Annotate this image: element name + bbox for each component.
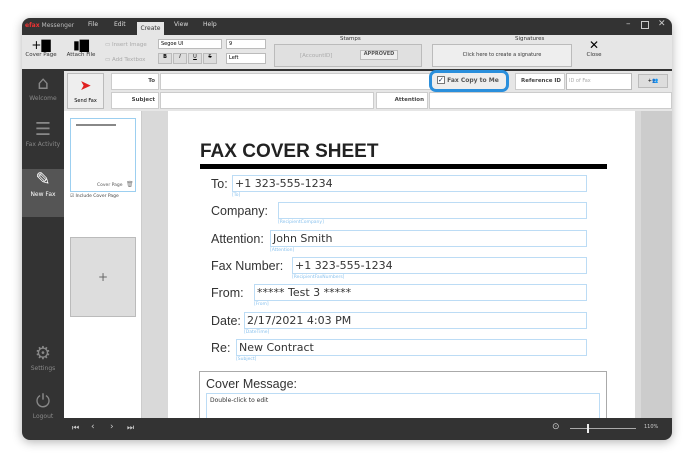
menu-view[interactable]: View [174,21,188,28]
attention-input[interactable] [429,92,672,109]
view-icon[interactable]: ⊙ [552,422,560,432]
subject-label: Subject [111,92,159,109]
cover-sheet-page: FAX COVER SHEET To: +1 323-555-1234 [To]… [168,111,635,431]
field-label: To: [211,177,228,191]
field-label: Company: [211,204,268,219]
stamp-approved[interactable]: APPROVED [360,50,398,60]
field-label: Attention: [211,231,264,246]
last-page-button[interactable]: ⏭ [127,423,134,433]
send-fax-button[interactable]: ➤ Send Fax [67,73,104,109]
field-input[interactable]: +1 323-555-1234 [292,256,587,274]
sidebar: ⌂ Welcome ☰ Fax Activity ✎ New Fax ⚙ Setting… [22,71,64,440]
scrollbar[interactable] [641,111,672,418]
to-input[interactable] [160,73,468,90]
power-icon: ⏻ [35,391,51,412]
first-page-button[interactable]: ⏮ [72,423,79,433]
stamp-accountid[interactable]: [AccountID] [300,53,332,59]
reference-label: Reference ID [515,73,565,90]
field-placeholder-tag: [RecipientCompany] [278,220,324,226]
edit-icon: ✎ [35,169,51,190]
field-input[interactable]: ***** Test 3 ***** [254,284,587,302]
gear-icon: ⚙ [34,343,52,364]
fax-copy-checkbox[interactable]: ✓ Fax Copy to Me [429,70,509,92]
sidebar-item-welcome[interactable]: ⌂ Welcome [22,73,64,117]
app-window: efax Messenger File Edit Create View Hel… [22,18,672,440]
close-window-button[interactable]: ✕ [658,19,666,29]
field-placeholder-tag: [From] [254,302,269,308]
cover-page-button[interactable]: +▇ Cover Page [24,38,58,58]
thumbnail-panel: Cover Page 🗑 ☑ Include Cover Page + [64,111,142,418]
zoom-slider-handle[interactable] [586,424,589,433]
italic-button[interactable]: I [173,53,187,64]
next-page-button[interactable]: › [110,422,114,432]
field-input[interactable]: John Smith [270,229,587,247]
field-label: Date: [211,313,241,328]
sidebar-item-fax-activity[interactable]: ☰ Fax Activity [22,119,64,167]
cover-title: FAX COVER SHEET [200,141,379,162]
app-logo: efax Messenger [25,22,75,29]
field-input[interactable]: New Contract [236,338,587,356]
bottom-bar: ⏮ ‹ › ⏭ ⊙ 110% [64,418,672,440]
menu-create[interactable]: Create [137,22,164,35]
stamps-label: Stamps [340,36,361,42]
sidebar-item-new-fax[interactable]: ✎ New Fax [22,169,64,217]
zoom-slider[interactable] [570,424,636,433]
reference-input[interactable]: ID of Fax [566,73,632,90]
prev-page-button[interactable]: ‹ [91,422,95,432]
close-icon: ✕ [588,38,600,52]
menu-help[interactable]: Help [203,21,217,28]
include-cover-checkbox[interactable]: ☑ Include Cover Page [70,194,119,199]
title-bar: efax Messenger File Edit Create View Hel… [22,18,672,35]
add-page-button[interactable]: + [70,237,136,317]
minimize-button[interactable]: – [626,19,631,29]
cover-page-thumbnail[interactable]: Cover Page 🗑 [70,118,136,192]
title-rule [200,164,607,169]
menu-file[interactable]: File [88,21,98,28]
sidebar-item-logout[interactable]: ⏻ Logout [22,391,64,437]
ribbon: +▇ Cover Page ▮▇ Attach File ▭ Insert Imag… [22,35,672,71]
field-label: Fax Number: [211,258,284,273]
size-select[interactable]: 9 [226,39,266,49]
field-placeholder-tag: [To] [232,193,241,198]
insert-image-button[interactable]: ▭ Insert Image [105,42,147,48]
attention-label: Attention [376,92,428,109]
field-placeholder-tag: [DateTime] [244,329,270,335]
to-label: To [111,73,159,90]
cover-page-icon: +▇ [31,38,51,52]
sidebar-item-settings[interactable]: ⚙ Settings [22,343,64,387]
stamps-gallery [274,44,422,67]
field-input[interactable]: +1 323-555-1234 [232,175,587,192]
field-placeholder-tag: [Attention] [270,247,295,253]
contacts-button[interactable]: +👥 [638,74,668,88]
field-input[interactable]: 2/17/2021 4:03 PM [244,311,587,329]
attach-file-button[interactable]: ▮▇ Attach File [64,38,98,58]
fax-header: ➤ Send Fax To Subject Attention ✓ Fax Cop… [64,70,672,111]
field-label: From: [211,286,244,301]
field-placeholder-tag: [Subject] [236,356,257,362]
add-textbox-button[interactable]: ▭ Add Textbox [105,57,145,63]
field-placeholder-tag: [RecipientFaxNumbers] [292,274,345,280]
zoom-level: 110% [644,424,659,430]
field-label: Re: [211,340,231,355]
maximize-button[interactable] [641,21,649,29]
attach-icon: ▮▇ [73,38,89,52]
menu-edit[interactable]: Edit [114,21,126,28]
home-icon: ⌂ [37,73,49,94]
create-signature-button[interactable]: Click here to create a signature [432,44,572,67]
send-icon: ➤ [79,78,92,94]
trash-icon[interactable]: 🗑 [126,181,134,188]
field-input[interactable] [278,202,587,220]
signatures-label: Signatures [515,36,545,42]
list-icon: ☰ [34,119,52,140]
underline-button[interactable]: U [188,53,202,64]
font-select[interactable]: Segoe UI [158,39,222,49]
check-icon: ✓ [437,76,445,84]
strike-button[interactable]: S [203,53,217,64]
align-select[interactable]: Left [226,53,266,64]
bold-button[interactable]: B [158,53,172,64]
close-button[interactable]: ✕ Close [582,38,606,58]
subject-input[interactable] [160,92,374,109]
